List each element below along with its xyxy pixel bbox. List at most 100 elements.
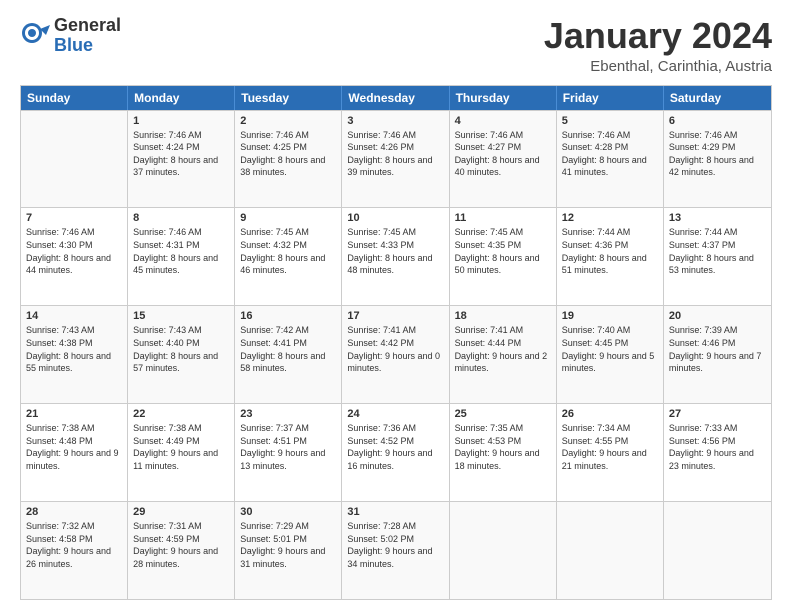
calendar-cell: 28 Sunrise: 7:32 AMSunset: 4:58 PMDayligh… <box>21 502 128 599</box>
day-number: 4 <box>455 115 551 127</box>
day-number: 26 <box>562 408 658 420</box>
calendar-cell: 6 Sunrise: 7:46 AMSunset: 4:29 PMDaylight… <box>664 111 771 208</box>
calendar-cell: 13Sunrise: 7:44 AMSunset: 4:37 PMDayligh… <box>664 208 771 305</box>
calendar-week-row: 21 Sunrise: 7:38 AMSunset: 4:48 PMDayligh… <box>21 403 771 501</box>
calendar-cell: 25 Sunrise: 7:35 AMSunset: 4:53 PMDayligh… <box>450 404 557 501</box>
calendar-cell: 1 Sunrise: 7:46 AMSunset: 4:24 PMDaylight… <box>128 111 235 208</box>
day-number: 5 <box>562 115 658 127</box>
day-number: 8 <box>133 212 229 224</box>
day-number: 20 <box>669 310 766 322</box>
calendar-cell: 30 Sunrise: 7:29 AMSunset: 5:01 PMDayligh… <box>235 502 342 599</box>
cell-info: Sunrise: 7:31 AMSunset: 4:59 PMDaylight:… <box>133 520 229 570</box>
calendar-cell: 27 Sunrise: 7:33 AMSunset: 4:56 PMDayligh… <box>664 404 771 501</box>
calendar-cell: 17 Sunrise: 7:41 AMSunset: 4:42 PMDayligh… <box>342 306 449 403</box>
cell-info: Sunrise: 7:33 AMSunset: 4:56 PMDaylight:… <box>669 422 766 472</box>
day-number: 24 <box>347 408 443 420</box>
day-number: 13 <box>669 212 766 224</box>
cell-info: Sunrise: 7:43 AMSunset: 4:38 PMDaylight:… <box>26 324 122 374</box>
day-number: 14 <box>26 310 122 322</box>
day-number: 18 <box>455 310 551 322</box>
cell-info: Sunrise: 7:46 AMSunset: 4:31 PMDaylight:… <box>133 226 229 276</box>
cell-info: Sunrise: 7:46 AMSunset: 4:24 PMDaylight:… <box>133 129 229 179</box>
calendar-header-day: Friday <box>557 86 664 110</box>
day-number: 2 <box>240 115 336 127</box>
cell-info: Sunrise: 7:46 AMSunset: 4:30 PMDaylight:… <box>26 226 122 276</box>
cell-info: Sunrise: 7:45 AMSunset: 4:33 PMDaylight:… <box>347 226 443 276</box>
day-number: 25 <box>455 408 551 420</box>
calendar-cell: 21 Sunrise: 7:38 AMSunset: 4:48 PMDayligh… <box>21 404 128 501</box>
logo: General Blue <box>20 16 121 56</box>
calendar-cell: 4Sunrise: 7:46 AMSunset: 4:27 PMDaylight… <box>450 111 557 208</box>
calendar-cell: 18 Sunrise: 7:41 AMSunset: 4:44 PMDayligh… <box>450 306 557 403</box>
cell-info: Sunrise: 7:35 AMSunset: 4:53 PMDaylight:… <box>455 422 551 472</box>
calendar-week-row: 1 Sunrise: 7:46 AMSunset: 4:24 PMDaylight… <box>21 110 771 208</box>
cell-info: Sunrise: 7:38 AMSunset: 4:49 PMDaylight:… <box>133 422 229 472</box>
calendar-cell: 8 Sunrise: 7:46 AMSunset: 4:31 PMDaylight… <box>128 208 235 305</box>
cell-info: Sunrise: 7:45 AMSunset: 4:32 PMDaylight:… <box>240 226 336 276</box>
calendar-cell: 11Sunrise: 7:45 AMSunset: 4:35 PMDayligh… <box>450 208 557 305</box>
calendar-header-day: Wednesday <box>342 86 449 110</box>
day-number: 29 <box>133 506 229 518</box>
calendar-cell: 14 Sunrise: 7:43 AMSunset: 4:38 PMDayligh… <box>21 306 128 403</box>
calendar-cell: 31 Sunrise: 7:28 AMSunset: 5:02 PMDayligh… <box>342 502 449 599</box>
cell-info: Sunrise: 7:38 AMSunset: 4:48 PMDaylight:… <box>26 422 122 472</box>
cell-info: Sunrise: 7:43 AMSunset: 4:40 PMDaylight:… <box>133 324 229 374</box>
calendar-week-row: 14 Sunrise: 7:43 AMSunset: 4:38 PMDayligh… <box>21 305 771 403</box>
calendar-cell: 22 Sunrise: 7:38 AMSunset: 4:49 PMDayligh… <box>128 404 235 501</box>
day-number: 27 <box>669 408 766 420</box>
calendar-cell: 9 Sunrise: 7:45 AMSunset: 4:32 PMDaylight… <box>235 208 342 305</box>
calendar-cell: 29 Sunrise: 7:31 AMSunset: 4:59 PMDayligh… <box>128 502 235 599</box>
cell-info: Sunrise: 7:34 AMSunset: 4:55 PMDaylight:… <box>562 422 658 472</box>
calendar-week-row: 7 Sunrise: 7:46 AMSunset: 4:30 PMDaylight… <box>21 207 771 305</box>
calendar-header-day: Sunday <box>21 86 128 110</box>
day-number: 22 <box>133 408 229 420</box>
day-number: 3 <box>347 115 443 127</box>
day-number: 6 <box>669 115 766 127</box>
day-number: 28 <box>26 506 122 518</box>
cell-info: Sunrise: 7:41 AMSunset: 4:44 PMDaylight:… <box>455 324 551 374</box>
day-number: 30 <box>240 506 336 518</box>
cell-info: Sunrise: 7:46 AMSunset: 4:29 PMDaylight:… <box>669 129 766 179</box>
cell-info: Sunrise: 7:32 AMSunset: 4:58 PMDaylight:… <box>26 520 122 570</box>
calendar-header-day: Tuesday <box>235 86 342 110</box>
calendar-cell: 2 Sunrise: 7:46 AMSunset: 4:25 PMDaylight… <box>235 111 342 208</box>
day-number: 7 <box>26 212 122 224</box>
day-number: 23 <box>240 408 336 420</box>
cell-info: Sunrise: 7:40 AMSunset: 4:45 PMDaylight:… <box>562 324 658 374</box>
month-title: January 2024 <box>544 16 772 56</box>
calendar-header: SundayMondayTuesdayWednesdayThursdayFrid… <box>21 86 771 110</box>
day-number: 1 <box>133 115 229 127</box>
page: General Blue January 2024 Ebenthal, Cari… <box>0 0 792 612</box>
calendar-week-row: 28 Sunrise: 7:32 AMSunset: 4:58 PMDayligh… <box>21 501 771 599</box>
cell-info: Sunrise: 7:44 AMSunset: 4:36 PMDaylight:… <box>562 226 658 276</box>
cell-info: Sunrise: 7:46 AMSunset: 4:26 PMDaylight:… <box>347 129 443 179</box>
day-number: 21 <box>26 408 122 420</box>
calendar-cell: 5 Sunrise: 7:46 AMSunset: 4:28 PMDaylight… <box>557 111 664 208</box>
calendar: SundayMondayTuesdayWednesdayThursdayFrid… <box>20 85 772 600</box>
logo-blue: Blue <box>54 36 121 56</box>
calendar-cell: 26 Sunrise: 7:34 AMSunset: 4:55 PMDayligh… <box>557 404 664 501</box>
calendar-cell <box>21 111 128 208</box>
cell-info: Sunrise: 7:46 AMSunset: 4:28 PMDaylight:… <box>562 129 658 179</box>
day-number: 16 <box>240 310 336 322</box>
logo-text: General Blue <box>54 16 121 56</box>
day-number: 11 <box>455 212 551 224</box>
cell-info: Sunrise: 7:41 AMSunset: 4:42 PMDaylight:… <box>347 324 443 374</box>
calendar-cell <box>557 502 664 599</box>
calendar-cell: 19Sunrise: 7:40 AMSunset: 4:45 PMDayligh… <box>557 306 664 403</box>
calendar-cell: 7 Sunrise: 7:46 AMSunset: 4:30 PMDaylight… <box>21 208 128 305</box>
calendar-cell: 10Sunrise: 7:45 AMSunset: 4:33 PMDayligh… <box>342 208 449 305</box>
calendar-cell: 12Sunrise: 7:44 AMSunset: 4:36 PMDayligh… <box>557 208 664 305</box>
calendar-header-day: Saturday <box>664 86 771 110</box>
day-number: 17 <box>347 310 443 322</box>
calendar-cell: 23Sunrise: 7:37 AMSunset: 4:51 PMDayligh… <box>235 404 342 501</box>
cell-info: Sunrise: 7:36 AMSunset: 4:52 PMDaylight:… <box>347 422 443 472</box>
cell-info: Sunrise: 7:29 AMSunset: 5:01 PMDaylight:… <box>240 520 336 570</box>
day-number: 9 <box>240 212 336 224</box>
cell-info: Sunrise: 7:28 AMSunset: 5:02 PMDaylight:… <box>347 520 443 570</box>
day-number: 31 <box>347 506 443 518</box>
calendar-cell: 3 Sunrise: 7:46 AMSunset: 4:26 PMDaylight… <box>342 111 449 208</box>
calendar-cell: 24 Sunrise: 7:36 AMSunset: 4:52 PMDayligh… <box>342 404 449 501</box>
cell-info: Sunrise: 7:46 AMSunset: 4:25 PMDaylight:… <box>240 129 336 179</box>
calendar-cell: 15Sunrise: 7:43 AMSunset: 4:40 PMDayligh… <box>128 306 235 403</box>
